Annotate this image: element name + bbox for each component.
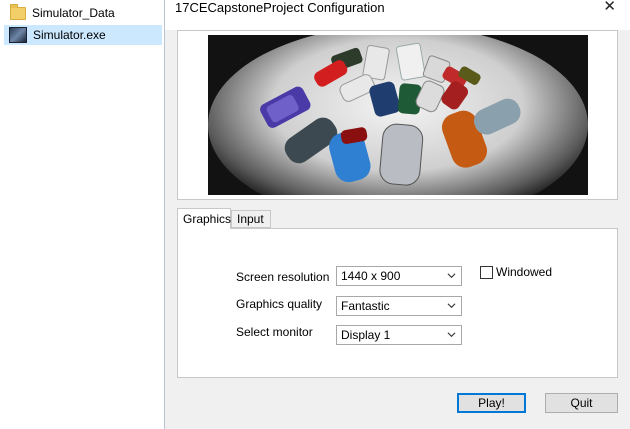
title-bar[interactable]: 17CECapstoneProject Configuration ✕ — [165, 0, 630, 30]
screen-resolution-select[interactable]: 1440 x 900 — [336, 266, 462, 286]
select-monitor-label: Select monitor — [236, 325, 313, 339]
app-icon — [9, 27, 27, 43]
configuration-dialog: 17CECapstoneProject Configuration ✕ Grap… — [164, 0, 630, 429]
dialog-title: 17CECapstoneProject Configuration — [175, 0, 385, 15]
graphics-quality-label: Graphics quality — [236, 297, 323, 311]
quit-button[interactable]: Quit — [545, 393, 618, 413]
select-value: Fantastic — [341, 299, 390, 313]
tab-input[interactable]: Input — [231, 210, 271, 228]
file-item-label: Simulator.exe — [33, 28, 106, 42]
file-item-simulator-exe[interactable]: Simulator.exe — [4, 25, 162, 45]
banner-frame — [177, 30, 618, 200]
chevron-down-icon — [447, 332, 456, 338]
banner-image — [208, 35, 588, 195]
windowed-checkbox[interactable] — [480, 266, 493, 279]
cars-banner-illustration — [208, 35, 588, 195]
file-item-simulator-data[interactable]: Simulator_Data — [4, 3, 162, 23]
tab-graphics[interactable]: Graphics — [177, 208, 231, 229]
screen-resolution-label: Screen resolution — [236, 270, 330, 284]
file-explorer-list: Simulator_Data Simulator.exe — [0, 0, 164, 429]
close-icon[interactable]: ✕ — [603, 0, 616, 14]
chevron-down-icon — [447, 273, 456, 279]
graphics-quality-select[interactable]: Fantastic — [336, 296, 462, 316]
select-value: 1440 x 900 — [341, 269, 401, 283]
select-value: Display 1 — [341, 328, 391, 342]
select-monitor-select[interactable]: Display 1 — [336, 325, 462, 345]
play-button[interactable]: Play! — [457, 393, 526, 413]
graphics-panel: Screen resolution 1440 x 900 Windowed Gr… — [177, 228, 618, 378]
chevron-down-icon — [447, 303, 456, 309]
file-item-label: Simulator_Data — [32, 6, 115, 20]
windowed-label: Windowed — [496, 265, 553, 279]
folder-icon — [10, 3, 26, 20]
